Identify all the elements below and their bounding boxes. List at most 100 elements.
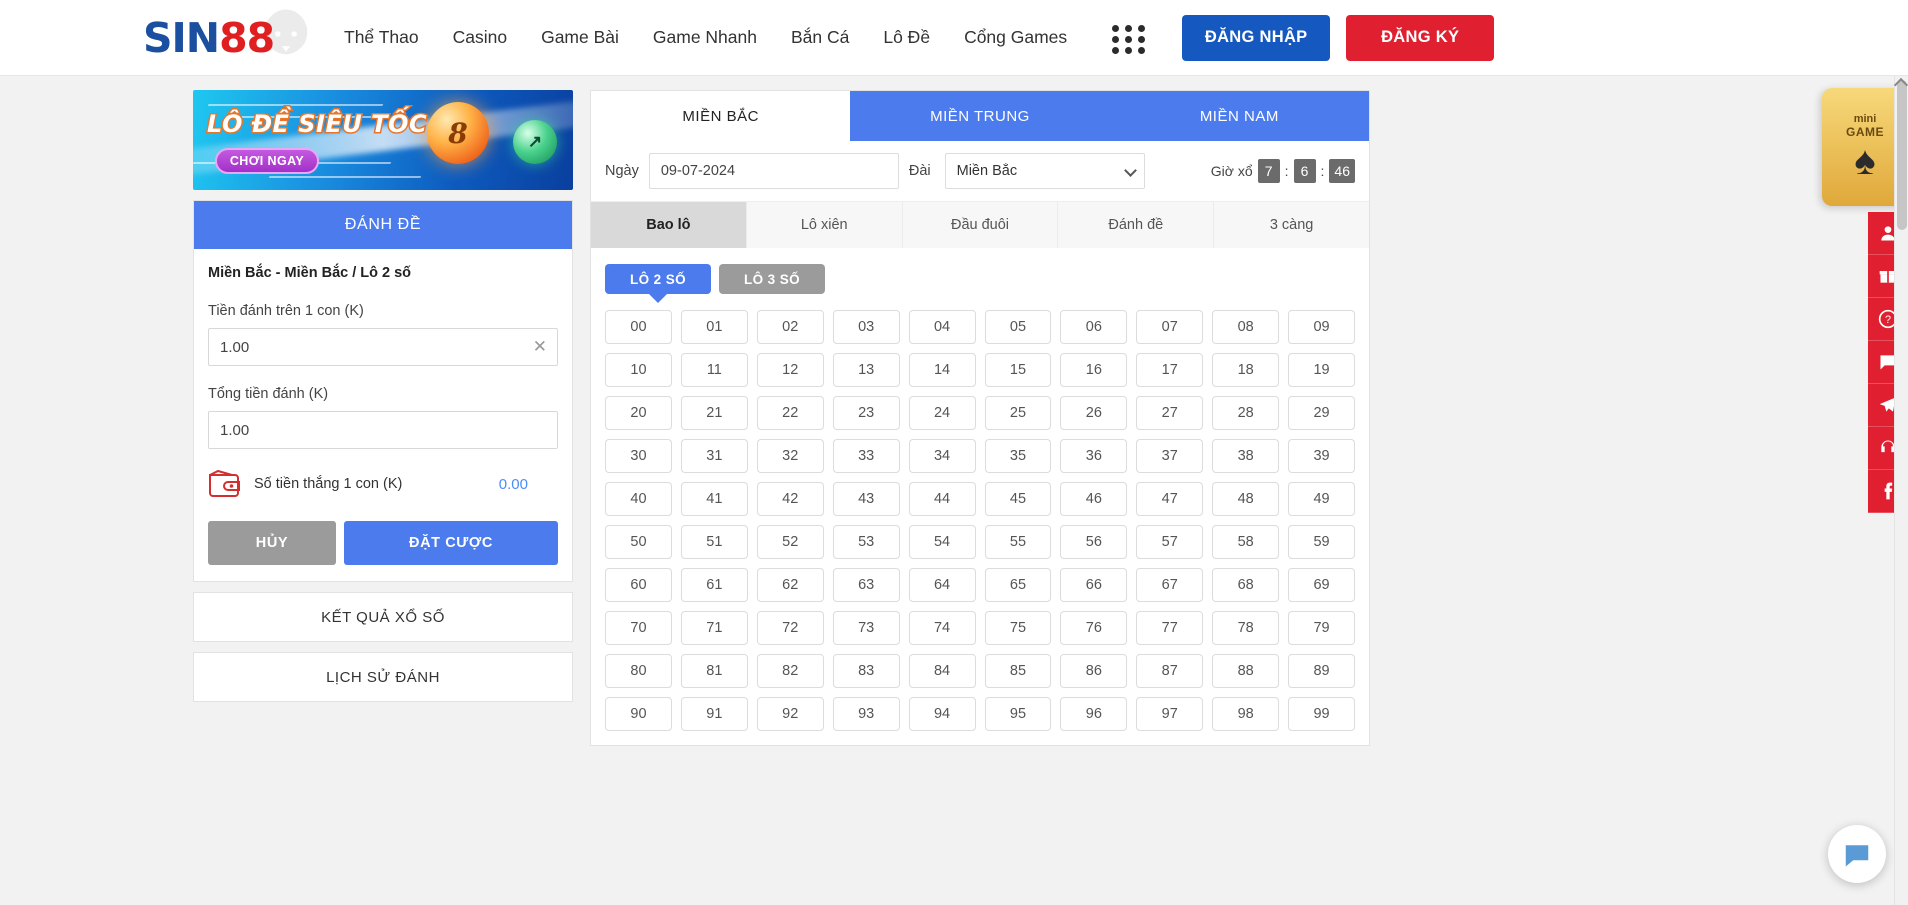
number-cell[interactable]: 07 xyxy=(1136,310,1204,344)
number-cell[interactable]: 58 xyxy=(1212,525,1280,559)
number-cell[interactable]: 88 xyxy=(1212,654,1280,688)
cancel-button[interactable]: HỦY xyxy=(208,521,336,565)
tab-bao-lo[interactable]: Bao lô xyxy=(591,202,747,248)
number-cell[interactable]: 99 xyxy=(1288,697,1355,731)
number-cell[interactable]: 84 xyxy=(908,654,976,688)
number-cell[interactable]: 30 xyxy=(605,439,672,473)
number-cell[interactable]: 43 xyxy=(832,482,900,516)
number-cell[interactable]: 09 xyxy=(1288,310,1355,344)
number-cell[interactable]: 63 xyxy=(832,568,900,602)
number-cell[interactable]: 22 xyxy=(756,396,824,430)
nav-item-casino[interactable]: Casino xyxy=(436,27,524,48)
number-cell[interactable]: 11 xyxy=(680,353,748,387)
number-cell[interactable]: 72 xyxy=(756,611,824,645)
tab-lo-xien[interactable]: Lô xiên xyxy=(747,202,903,248)
number-cell[interactable]: 97 xyxy=(1136,697,1204,731)
number-cell[interactable]: 76 xyxy=(1060,611,1128,645)
number-cell[interactable]: 80 xyxy=(605,654,672,688)
number-cell[interactable]: 48 xyxy=(1212,482,1280,516)
number-cell[interactable]: 53 xyxy=(832,525,900,559)
number-cell[interactable]: 81 xyxy=(680,654,748,688)
number-cell[interactable]: 98 xyxy=(1212,697,1280,731)
close-icon[interactable]: ✕ xyxy=(533,338,547,355)
number-cell[interactable]: 06 xyxy=(1060,310,1128,344)
nav-item-ban-ca[interactable]: Bắn Cá xyxy=(774,27,866,48)
number-cell[interactable]: 23 xyxy=(832,396,900,430)
number-cell[interactable]: 05 xyxy=(984,310,1052,344)
number-cell[interactable]: 41 xyxy=(680,482,748,516)
number-cell[interactable]: 49 xyxy=(1288,482,1355,516)
login-button[interactable]: ĐĂNG NHẬP xyxy=(1182,14,1331,61)
number-cell[interactable]: 92 xyxy=(756,697,824,731)
number-cell[interactable]: 36 xyxy=(1060,439,1128,473)
number-cell[interactable]: 54 xyxy=(908,525,976,559)
nav-item-cong-games[interactable]: Cổng Games xyxy=(947,27,1084,48)
number-cell[interactable]: 13 xyxy=(832,353,900,387)
promo-banner[interactable]: 8 LÔ ĐỀ SIÊU TỐC CHƠI NGAY xyxy=(193,90,573,190)
number-cell[interactable]: 69 xyxy=(1288,568,1355,602)
number-cell[interactable]: 37 xyxy=(1136,439,1204,473)
number-cell[interactable]: 17 xyxy=(1136,353,1204,387)
date-input[interactable] xyxy=(648,153,899,189)
lottery-results-link[interactable]: KẾT QUẢ XỔ SỐ xyxy=(193,592,573,642)
number-cell[interactable]: 77 xyxy=(1136,611,1204,645)
number-cell[interactable]: 26 xyxy=(1060,396,1128,430)
number-cell[interactable]: 79 xyxy=(1288,611,1355,645)
total-amount-input[interactable] xyxy=(208,411,558,449)
number-cell[interactable]: 89 xyxy=(1288,654,1355,688)
number-cell[interactable]: 50 xyxy=(605,525,672,559)
number-cell[interactable]: 14 xyxy=(908,353,976,387)
number-cell[interactable]: 62 xyxy=(756,568,824,602)
number-cell[interactable]: 74 xyxy=(908,611,976,645)
number-cell[interactable]: 40 xyxy=(605,482,672,516)
number-cell[interactable]: 90 xyxy=(605,697,672,731)
station-select[interactable]: Miền Bắc xyxy=(944,153,1145,189)
number-cell[interactable]: 47 xyxy=(1136,482,1204,516)
number-cell[interactable]: 44 xyxy=(908,482,976,516)
nav-item-game-bai[interactable]: Game Bài xyxy=(524,27,636,48)
number-cell[interactable]: 83 xyxy=(832,654,900,688)
number-cell[interactable]: 86 xyxy=(1060,654,1128,688)
number-cell[interactable]: 01 xyxy=(680,310,748,344)
number-cell[interactable]: 31 xyxy=(680,439,748,473)
number-cell[interactable]: 96 xyxy=(1060,697,1128,731)
number-cell[interactable]: 67 xyxy=(1136,568,1204,602)
number-cell[interactable]: 20 xyxy=(605,396,672,430)
number-cell[interactable]: 42 xyxy=(756,482,824,516)
number-cell[interactable]: 64 xyxy=(908,568,976,602)
tab-danh-de[interactable]: Đánh đề xyxy=(1058,202,1215,248)
number-cell[interactable]: 46 xyxy=(1060,482,1128,516)
number-cell[interactable]: 34 xyxy=(908,439,976,473)
place-bet-button[interactable]: ĐẶT CƯỢC xyxy=(344,521,558,565)
number-cell[interactable]: 55 xyxy=(984,525,1052,559)
number-cell[interactable]: 21 xyxy=(680,396,748,430)
number-cell[interactable]: 04 xyxy=(908,310,976,344)
site-logo[interactable]: SIN88 xyxy=(143,8,313,66)
number-cell[interactable]: 94 xyxy=(908,697,976,731)
number-cell[interactable]: 66 xyxy=(1060,568,1128,602)
number-cell[interactable]: 08 xyxy=(1212,310,1280,344)
number-cell[interactable]: 32 xyxy=(756,439,824,473)
amount-per-number-input[interactable] xyxy=(208,328,558,366)
tab-mien-bac[interactable]: MIỀN BẮC xyxy=(591,91,851,141)
nav-item-game-nhanh[interactable]: Game Nhanh xyxy=(636,27,774,48)
number-cell[interactable]: 27 xyxy=(1136,396,1204,430)
number-cell[interactable]: 33 xyxy=(832,439,900,473)
number-cell[interactable]: 65 xyxy=(984,568,1052,602)
number-cell[interactable]: 15 xyxy=(984,353,1052,387)
grid-dots-icon[interactable] xyxy=(1112,24,1146,54)
tab-3-cang[interactable]: 3 càng xyxy=(1214,202,1369,248)
number-cell[interactable]: 35 xyxy=(984,439,1052,473)
number-cell[interactable]: 45 xyxy=(984,482,1052,516)
number-cell[interactable]: 19 xyxy=(1288,353,1355,387)
banner-cta-button[interactable]: CHƠI NGAY xyxy=(215,148,319,174)
number-cell[interactable]: 60 xyxy=(605,568,672,602)
number-cell[interactable]: 78 xyxy=(1212,611,1280,645)
number-cell[interactable]: 10 xyxy=(605,353,672,387)
number-cell[interactable]: 52 xyxy=(756,525,824,559)
number-cell[interactable]: 87 xyxy=(1136,654,1204,688)
number-cell[interactable]: 95 xyxy=(984,697,1052,731)
nav-item-the-thao[interactable]: Thể Thao xyxy=(327,27,436,48)
number-cell[interactable]: 29 xyxy=(1288,396,1355,430)
bet-history-link[interactable]: LỊCH SỬ ĐÁNH xyxy=(193,652,573,702)
